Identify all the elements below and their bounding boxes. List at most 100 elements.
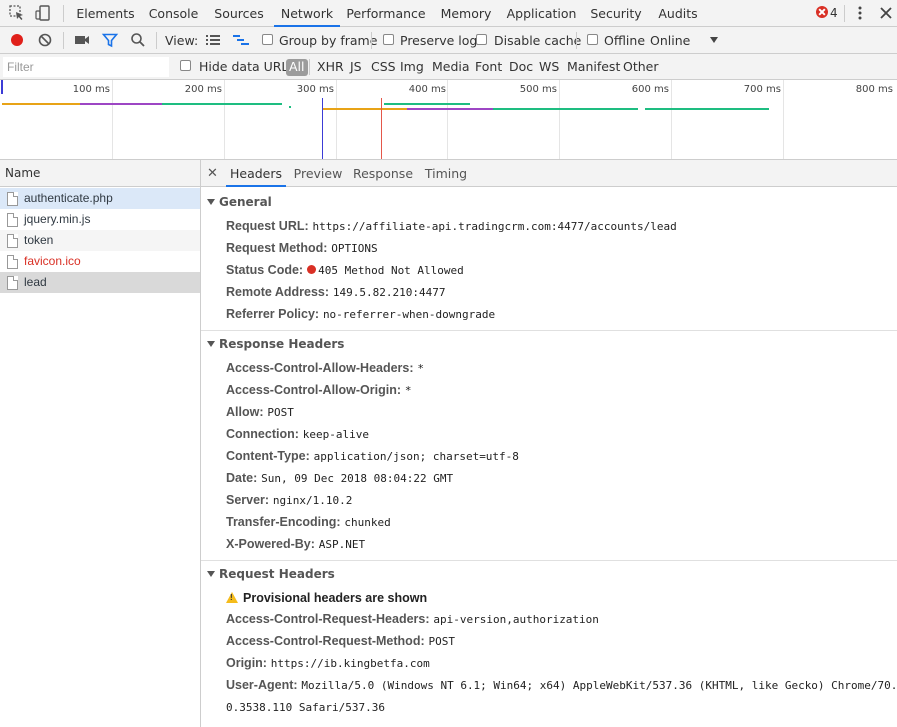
filter-type-media[interactable]: Media — [432, 54, 470, 80]
details-tab-bar: ✕ Headers Preview Response Timing — [201, 160, 897, 187]
download-bar — [162, 103, 282, 105]
tick-label: 300 ms — [296, 84, 334, 95]
separator — [309, 59, 310, 75]
filter-type-manifest[interactable]: Manifest — [567, 54, 620, 80]
filter-type-other[interactable]: Other — [623, 54, 659, 80]
grid-line — [112, 80, 113, 159]
inspect-element-icon[interactable] — [8, 4, 26, 22]
filter-icon[interactable] — [101, 31, 119, 49]
search-icon[interactable] — [129, 31, 147, 49]
download-bar — [493, 108, 638, 110]
tab-application[interactable]: Application — [503, 0, 580, 27]
header-row: Access-Control-Allow-Origin: * — [226, 383, 411, 397]
device-toolbar-icon[interactable] — [34, 4, 52, 22]
hide-data-urls-label[interactable]: Hide data URLs — [199, 54, 295, 80]
tab-security[interactable]: Security — [588, 0, 644, 27]
header-value: * — [417, 362, 424, 375]
preserve-log-label[interactable]: Preserve log — [400, 27, 477, 54]
tick-label: 200 ms — [184, 84, 222, 95]
filter-type-all[interactable]: All — [286, 59, 308, 76]
header-name: Request URL: — [226, 219, 309, 233]
column-header-name[interactable]: Name — [0, 160, 200, 187]
section-response-headers[interactable]: Response Headers — [207, 337, 344, 351]
separator — [371, 32, 372, 49]
disable-cache-checkbox[interactable] — [476, 34, 487, 45]
filter-type-font[interactable]: Font — [475, 54, 502, 80]
timeline-start-marker — [1, 80, 3, 94]
request-name: token — [24, 233, 54, 247]
request-row[interactable]: jquery.min.js — [0, 209, 200, 230]
tab-performance[interactable]: Performance — [346, 0, 426, 27]
filter-type-ws[interactable]: WS — [539, 54, 559, 80]
request-row[interactable]: token — [0, 230, 200, 251]
hide-data-urls-checkbox[interactable] — [180, 60, 191, 71]
tab-headers[interactable]: Headers — [226, 160, 286, 187]
tab-elements[interactable]: Elements — [74, 0, 137, 27]
header-value: 149.5.82.210:4477 — [332, 286, 446, 299]
header-row: Status Code: 405 Method Not Allowed — [226, 263, 464, 277]
section-title: Request Headers — [219, 567, 335, 581]
tab-network[interactable]: Network — [274, 0, 340, 27]
section-title: General — [219, 195, 272, 209]
tab-console[interactable]: Console — [145, 0, 202, 27]
section-title: Response Headers — [219, 337, 345, 351]
header-row: Allow: POST — [226, 405, 294, 419]
header-name: Origin: — [226, 656, 267, 670]
grid-line — [336, 80, 337, 159]
offline-label[interactable]: Offline — [604, 27, 645, 54]
separator — [844, 5, 845, 22]
section-general[interactable]: General — [207, 195, 272, 209]
throttling-select[interactable]: Online — [650, 27, 690, 54]
tab-audits[interactable]: Audits — [654, 0, 702, 27]
tab-sources[interactable]: Sources — [210, 0, 268, 27]
section-request-headers[interactable]: Request Headers — [207, 567, 335, 581]
close-icon[interactable]: ✕ — [207, 160, 218, 187]
filter-type-doc[interactable]: Doc — [509, 54, 533, 80]
tick-label: 600 ms — [631, 84, 669, 95]
network-overview-timeline[interactable]: 100 ms 200 ms 300 ms 400 ms 500 ms 600 m… — [0, 80, 897, 160]
clear-icon[interactable] — [36, 31, 54, 49]
filter-input[interactable] — [3, 57, 169, 77]
header-row: Request URL: https://affiliate-api.tradi… — [226, 219, 677, 233]
close-devtools-icon[interactable] — [877, 4, 895, 22]
request-row[interactable]: lead — [0, 272, 200, 293]
filter-type-xhr[interactable]: XHR — [317, 54, 344, 80]
error-count[interactable]: 4 — [830, 0, 838, 27]
header-name: Server: — [226, 493, 270, 507]
filter-type-css[interactable]: CSS — [371, 54, 396, 80]
section-divider — [201, 560, 897, 561]
more-options-icon[interactable] — [851, 4, 869, 22]
large-request-rows-icon[interactable] — [204, 31, 222, 49]
domcontentloaded-marker — [322, 98, 323, 159]
file-icon — [7, 255, 18, 269]
error-icon[interactable] — [816, 6, 828, 18]
capture-screenshots-icon[interactable] — [73, 31, 91, 49]
group-by-frame-checkbox[interactable] — [262, 34, 273, 45]
waterfall-overview-icon[interactable] — [232, 31, 250, 49]
provisional-text: Provisional headers are shown — [243, 591, 428, 605]
grid-line — [559, 80, 560, 159]
request-name: favicon.ico — [24, 254, 81, 268]
filter-type-img[interactable]: Img — [400, 54, 424, 80]
filter-type-js[interactable]: JS — [350, 54, 362, 80]
tab-preview[interactable]: Preview — [293, 160, 343, 187]
preserve-log-checkbox[interactable] — [383, 34, 394, 45]
tick-label: 700 ms — [743, 84, 781, 95]
request-row[interactable]: favicon.ico — [0, 251, 200, 272]
section-divider — [201, 330, 897, 331]
header-row: Access-Control-Request-Headers: api-vers… — [226, 612, 599, 626]
separator — [156, 32, 157, 49]
header-value: keep-alive — [302, 428, 369, 441]
record-icon[interactable] — [8, 31, 26, 49]
tab-memory[interactable]: Memory — [437, 0, 495, 27]
tab-response[interactable]: Response — [351, 160, 415, 187]
header-name: Access-Control-Request-Headers: — [226, 612, 430, 626]
tab-timing[interactable]: Timing — [421, 160, 471, 187]
disable-cache-label[interactable]: Disable cache — [494, 27, 581, 54]
offline-checkbox[interactable] — [587, 34, 598, 45]
tick-label: 400 ms — [408, 84, 446, 95]
group-by-frame-label[interactable]: Group by frame — [279, 27, 377, 54]
request-row[interactable]: authenticate.php — [0, 188, 200, 209]
chevron-down-icon[interactable] — [710, 37, 718, 43]
tick-label: 800 ms — [855, 84, 893, 95]
